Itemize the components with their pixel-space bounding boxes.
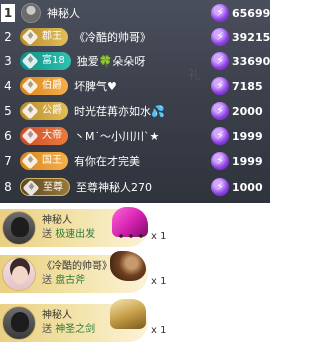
gift-ranking-panel: 礼 1 神秘人 ⚡ 65699 2 郡王 《冷酷的帅哥》 ⚡ 39215 3 富… (0, 0, 270, 203)
rank-score: 1999 (232, 154, 263, 168)
avatar (2, 257, 36, 291)
rank-number: 4 (4, 79, 12, 93)
supreme-badge: 至尊 (20, 178, 70, 197)
rank-score: 65699 (232, 6, 270, 20)
ranking-row-1[interactable]: 1 神秘人 ⚡ 65699 (0, 1, 270, 25)
diamond-icon: ⚡ (211, 102, 229, 120)
rank-number: 5 (4, 104, 12, 118)
ranking-row-2[interactable]: 2 郡王 《冷酷的帅哥》 ⚡ 39215 (0, 25, 270, 49)
diamond-icon: ⚡ (211, 4, 229, 22)
gift-action: 送 (42, 229, 52, 240)
rank-score: 1999 (232, 129, 263, 143)
gift-count: x 1 (151, 276, 167, 287)
noble-badge: 国王 (20, 152, 68, 170)
gift-text: 神秘人 送 极速出发 (42, 214, 95, 242)
rank-number: 8 (4, 180, 12, 194)
ranking-row-4[interactable]: 4 伯爵 坏脾气♥ ⚡ 7185 (0, 74, 270, 98)
gift-description: 送 神圣之剑 (42, 323, 95, 337)
rank-number: 1 (1, 4, 15, 22)
noble-badge: 郡王 (20, 28, 68, 46)
avatar (21, 3, 41, 23)
gift-text: 神秘人 送 神圣之剑 (42, 309, 95, 337)
diamond-icon: ⚡ (211, 178, 229, 196)
noble-badge: 大帝 (20, 127, 68, 145)
rank-username: 坏脾气♥ (74, 80, 117, 93)
ranking-row-7[interactable]: 7 国王 有你在才完美 ⚡ 1999 (0, 149, 270, 173)
noble-badge: 公爵 (20, 102, 68, 120)
gift-description: 送 极速出发 (42, 228, 95, 242)
sword-gift-icon (110, 299, 146, 329)
axe-gift-icon (110, 251, 146, 281)
gift-sender-name: 神秘人 (42, 215, 72, 226)
ranking-row-3[interactable]: 3 富18 独爱🍀朵朵呀 ⚡ 33690 (0, 49, 270, 73)
gift-action: 送 (42, 324, 52, 335)
rank-number: 7 (4, 154, 12, 168)
rank-number: 6 (4, 129, 12, 143)
rank-username: 《冷酷的帅哥》 (74, 31, 151, 44)
rank-score: 33690 (232, 54, 270, 68)
rank-username: 神秘人 (47, 7, 80, 20)
ranking-row-8[interactable]: 8 至尊 至尊神秘人270 ⚡ 1000 (0, 175, 270, 199)
rank-username: 至尊神秘人270 (76, 181, 152, 194)
avatar (2, 306, 36, 340)
gift-count: x 1 (151, 231, 167, 242)
gift-description: 送 盘古斧 (42, 274, 112, 288)
rank-number: 3 (4, 54, 12, 68)
rank-score: 1000 (232, 180, 263, 194)
rank-username: 时光荏苒亦如水💦 (74, 105, 165, 118)
gift-name: 极速出发 (55, 229, 96, 240)
rank-score: 2000 (232, 104, 263, 118)
gift-text: 《冷酷的帅哥》 送 盘古斧 (42, 260, 112, 288)
rank-number: 2 (4, 30, 12, 44)
wealth-badge: 富18 (20, 52, 71, 70)
rank-username: 独爱🍀朵朵呀 (76, 55, 146, 68)
rank-username: 丶M˙〜小川川ˋ★ (74, 130, 160, 143)
diamond-icon: ⚡ (211, 152, 229, 170)
noble-badge: 伯爵 (20, 77, 68, 95)
diamond-icon: ⚡ (211, 77, 229, 95)
gift-sender-name: 神秘人 (42, 310, 72, 321)
rank-username: 有你在才完美 (74, 155, 140, 168)
avatar (2, 211, 36, 245)
gift-count: x 1 (151, 325, 167, 336)
rank-score: 39215 (232, 30, 270, 44)
rank-score: 7185 (232, 79, 263, 93)
diamond-icon: ⚡ (211, 52, 229, 70)
diamond-icon: ⚡ (211, 127, 229, 145)
gift-name: 神圣之剑 (55, 324, 96, 335)
gift-name: 盘古斧 (55, 275, 86, 286)
ranking-row-5[interactable]: 5 公爵 时光荏苒亦如水💦 ⚡ 2000 (0, 99, 270, 123)
gift-action: 送 (42, 275, 52, 286)
diamond-icon: ⚡ (211, 28, 229, 46)
gift-sender-name: 《冷酷的帅哥》 (42, 261, 112, 272)
gift-notification-area: 神秘人 送 极速出发 x 1 《冷酷的帅哥》 送 盘古斧 x 1 神秘人 送 神… (0, 203, 270, 345)
sports-car-gift-icon (112, 207, 148, 239)
ranking-row-6[interactable]: 6 大帝 丶M˙〜小川川ˋ★ ⚡ 1999 (0, 124, 270, 148)
